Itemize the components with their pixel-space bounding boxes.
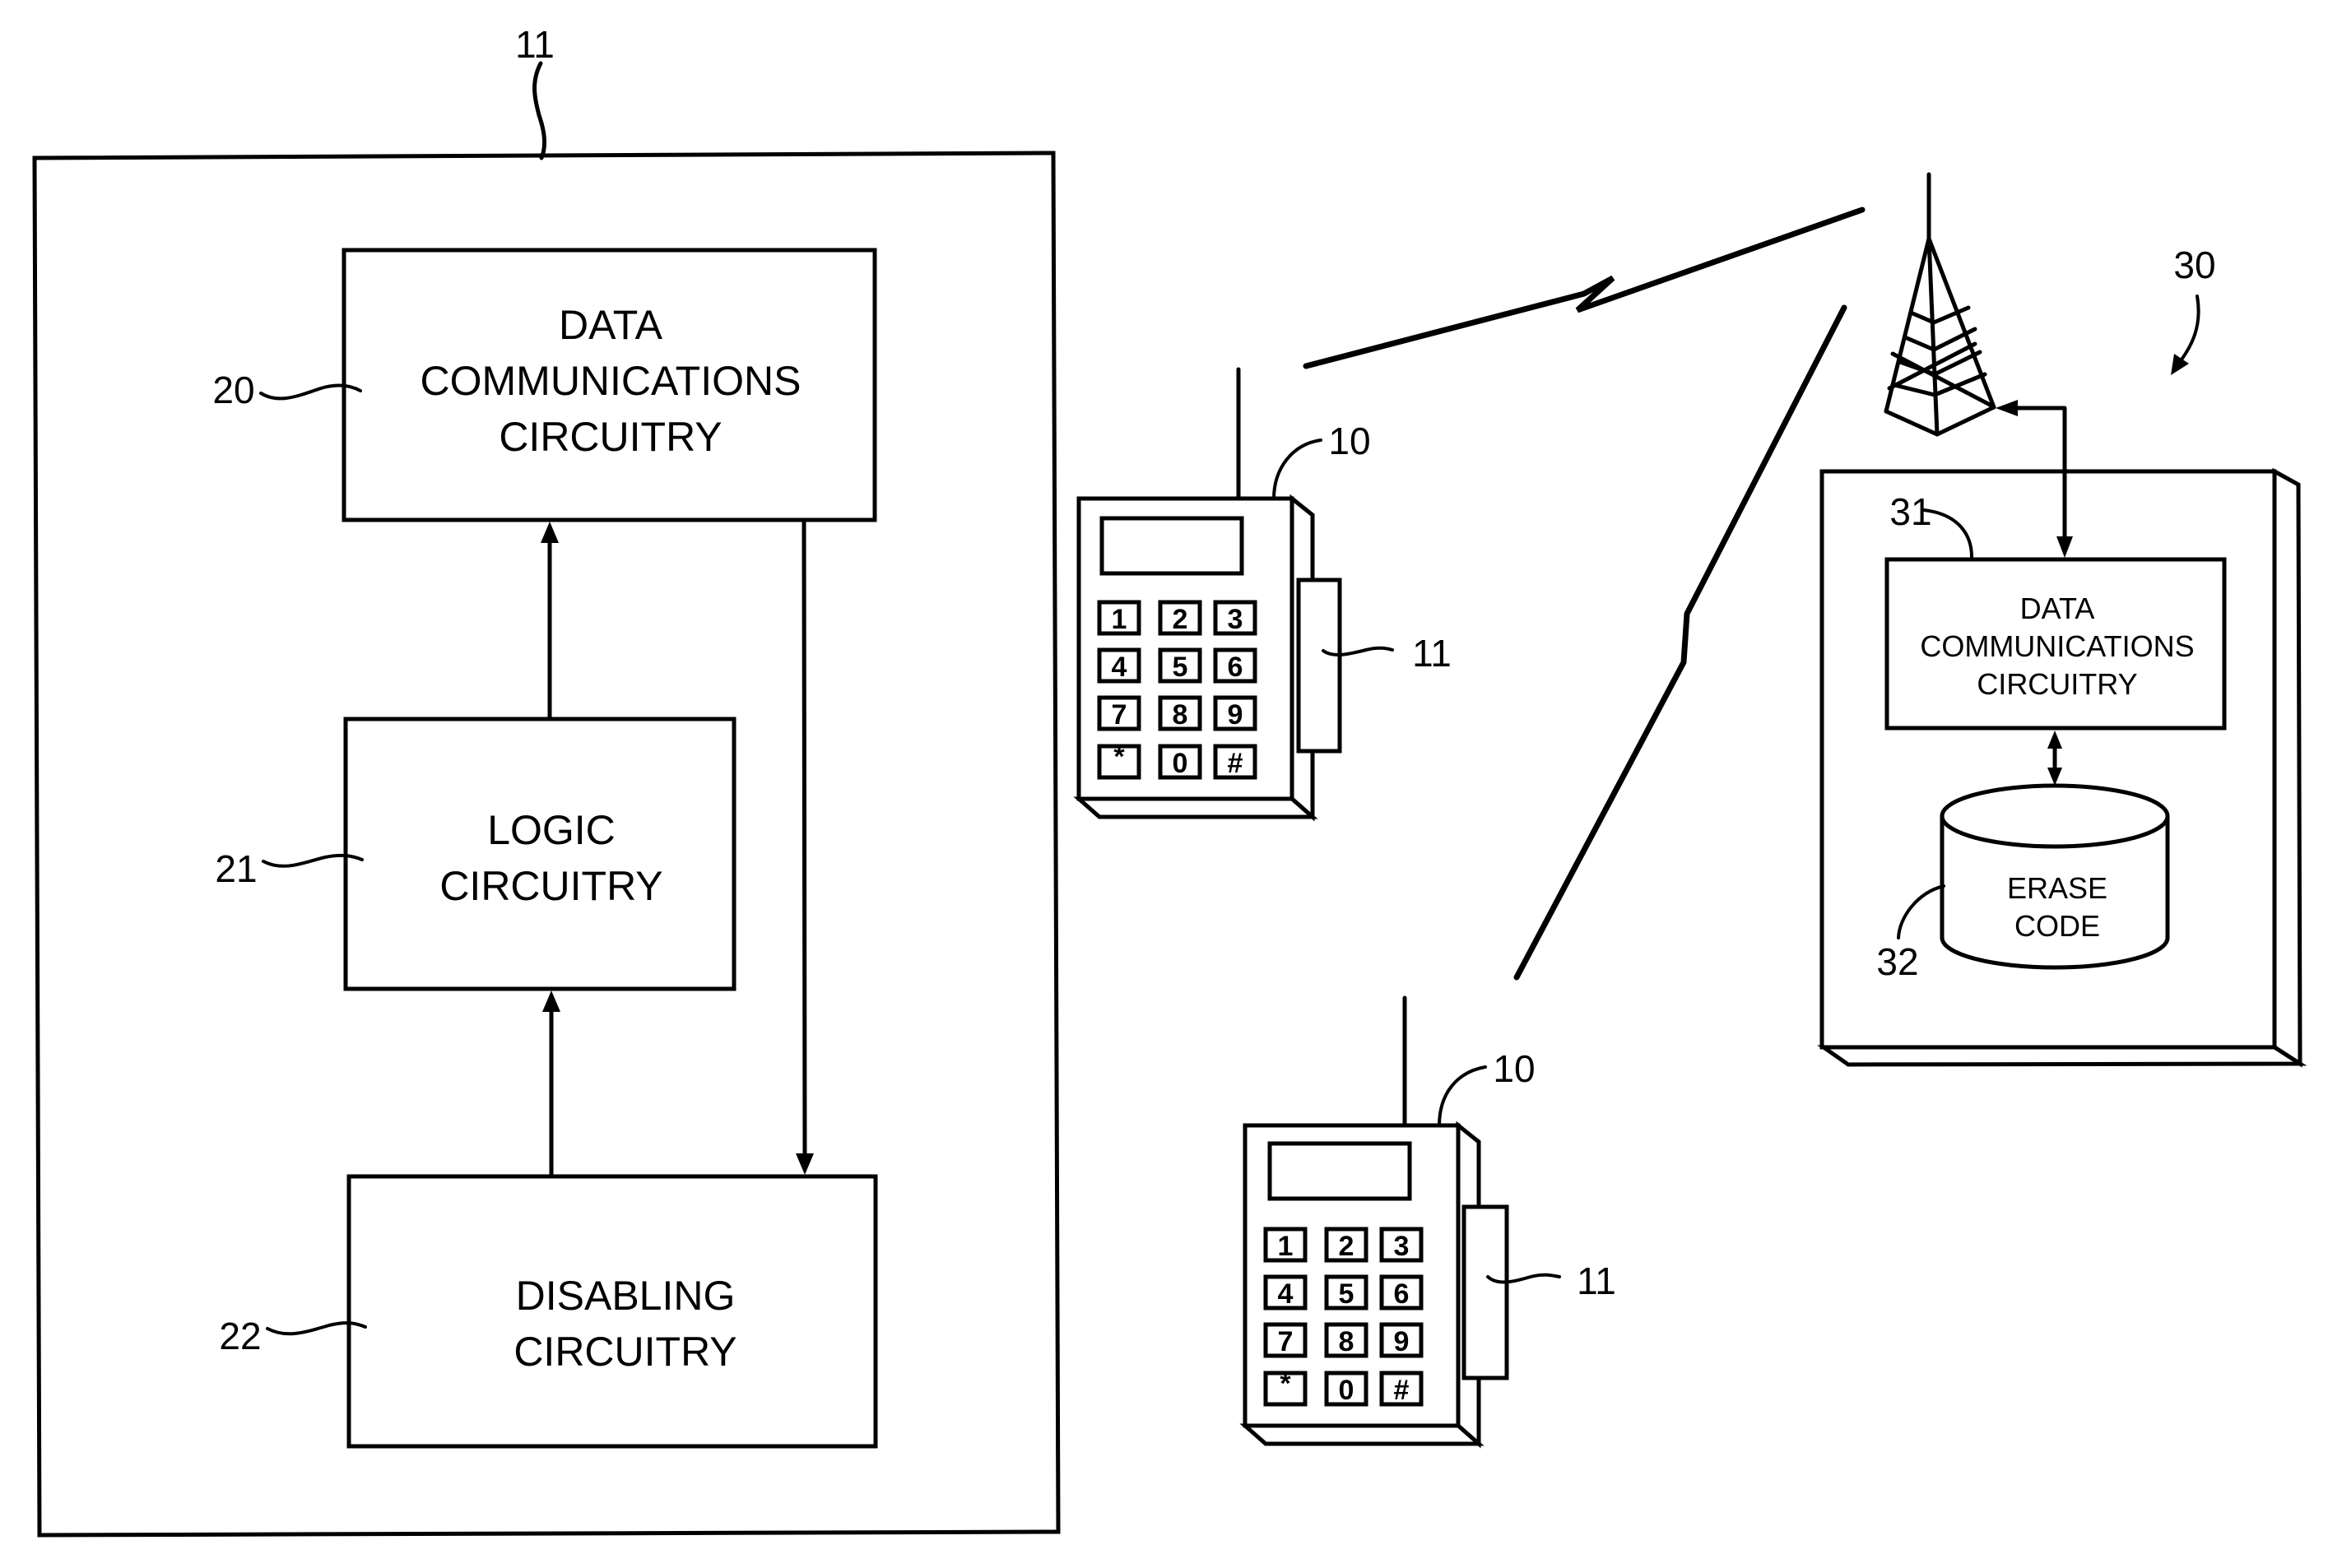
- block-21-line-2: CIRCUITRY: [439, 863, 662, 909]
- wireless-link-icon: [1303, 206, 1866, 369]
- block-31-line-2: COMMUNICATIONS: [1920, 629, 2194, 663]
- keypad-key-label: 3: [1394, 1231, 1410, 1262]
- keypad-key: 8: [1158, 695, 1202, 731]
- handset-2: 1 2 3 4 5 6 7 8 9 * 0 #: [1245, 995, 1509, 1444]
- module-11-attachment: [1296, 578, 1342, 754]
- ref-leader-10: [1438, 1065, 1487, 1127]
- ref-label-21: 21: [215, 847, 257, 890]
- keypad-key-label: 0: [1339, 1375, 1355, 1406]
- handset-1: 1 2 3 4 5 6 7 8 9 * 0 #: [1079, 367, 1342, 817]
- keypad-key: 1: [1263, 1227, 1308, 1263]
- ref-leader-30: [2175, 295, 2200, 368]
- keypad-key: #: [1379, 1371, 1424, 1407]
- keypad-key-label: 9: [1228, 699, 1243, 731]
- block-20-line-2: COMMUNICATIONS: [421, 358, 802, 404]
- keypad-key: 4: [1097, 647, 1141, 684]
- block-21-line-1: LOGIC: [487, 807, 616, 853]
- keypad-key-label: 4: [1112, 652, 1127, 683]
- keypad-key-label: 6: [1394, 1278, 1410, 1310]
- module-11-attachment: [1461, 1204, 1509, 1380]
- keypad-key: 2: [1158, 600, 1202, 636]
- keypad-key: 4: [1263, 1274, 1308, 1311]
- keypad-key-label: 1: [1112, 604, 1127, 635]
- keypad-key: 3: [1379, 1227, 1424, 1263]
- device-module-11: 11 DATA COMMUNICATIONS CIRCUITRY 20 LOGI…: [32, 23, 1061, 1538]
- keypad-key-label: 1: [1278, 1231, 1294, 1262]
- keypad-key-label: 8: [1339, 1326, 1355, 1357]
- keypad-key: 1: [1097, 600, 1141, 636]
- antenna-tower-icon: [1884, 172, 1996, 437]
- keypad-key: 3: [1213, 600, 1257, 636]
- keypad-key: 7: [1263, 1322, 1308, 1358]
- ref-label-10: 10: [1328, 420, 1370, 462]
- keypad-key-label: #: [1394, 1375, 1410, 1406]
- patent-figure: 11 DATA COMMUNICATIONS CIRCUITRY 20 LOGI…: [32, 23, 2307, 1538]
- keypad-key-label: 4: [1278, 1278, 1294, 1310]
- ref-label-11: 11: [1577, 1260, 1616, 1302]
- keypad-key: 2: [1324, 1227, 1368, 1263]
- keypad-key-label: 9: [1394, 1326, 1410, 1357]
- ref-leader-10: [1272, 438, 1322, 500]
- ref-label-30: 30: [2173, 244, 2215, 286]
- keypad-key-label: 3: [1228, 604, 1243, 635]
- keypad-key: 5: [1158, 647, 1202, 684]
- keypad-key-label: 2: [1173, 604, 1188, 635]
- keypad-key: #: [1213, 744, 1257, 780]
- ref-label-20: 20: [212, 369, 254, 411]
- keypad-key-label: 2: [1339, 1231, 1355, 1262]
- keypad-key-label: 8: [1173, 699, 1188, 731]
- database-line-1: ERASE: [2007, 871, 2107, 905]
- keypad-key-label: 7: [1278, 1326, 1294, 1357]
- server-30: 30 DATA COMMUNICATIONS CIRCUITRY 31 ERAS…: [1817, 244, 2307, 1068]
- keypad-key-label: *: [1280, 1368, 1291, 1399]
- keypad-key: 0: [1158, 744, 1202, 780]
- block-20-line-3: CIRCUITRY: [499, 414, 722, 460]
- handset-display: [1267, 1141, 1412, 1201]
- block-20-line-1: DATA: [559, 302, 663, 348]
- keypad-key: 9: [1379, 1322, 1424, 1358]
- keypad-key-label: 6: [1228, 652, 1243, 683]
- keypad-key: 9: [1213, 695, 1257, 731]
- keypad-key-label: *: [1113, 741, 1125, 772]
- keypad-key-label: 5: [1173, 652, 1188, 683]
- keypad-key: 6: [1379, 1274, 1424, 1311]
- database-line-2: CODE: [2014, 909, 2100, 943]
- ref-label-11: 11: [1412, 632, 1452, 675]
- keypad-key: 0: [1324, 1371, 1368, 1407]
- keypad-key-label: 0: [1173, 748, 1188, 779]
- ref-label-22: 22: [219, 1315, 261, 1357]
- keypad-key: 8: [1324, 1322, 1368, 1358]
- ref-label-10: 10: [1493, 1047, 1535, 1090]
- ref-leader-11: [532, 61, 547, 160]
- keypad-key: *: [1097, 741, 1141, 780]
- ref-label-32: 32: [1876, 940, 1918, 983]
- wireless-link-icon: [1513, 304, 1847, 981]
- keypad-key-label: #: [1228, 748, 1243, 779]
- block-31-line-1: DATA: [2020, 591, 2095, 625]
- block-31-line-3: CIRCUITRY: [1977, 667, 2137, 701]
- block-22-line-1: DISABLING: [516, 1273, 736, 1319]
- keypad-key: 5: [1324, 1274, 1368, 1311]
- keypad-key: 6: [1213, 647, 1257, 684]
- ref-label-11: 11: [515, 23, 555, 66]
- keypad-key: 7: [1097, 695, 1141, 731]
- keypad-key-label: 7: [1112, 699, 1127, 731]
- block-22-line-2: CIRCUITRY: [513, 1329, 737, 1375]
- keypad-key: *: [1263, 1368, 1308, 1407]
- handset-display: [1099, 516, 1244, 576]
- keypad-key-label: 5: [1339, 1278, 1355, 1310]
